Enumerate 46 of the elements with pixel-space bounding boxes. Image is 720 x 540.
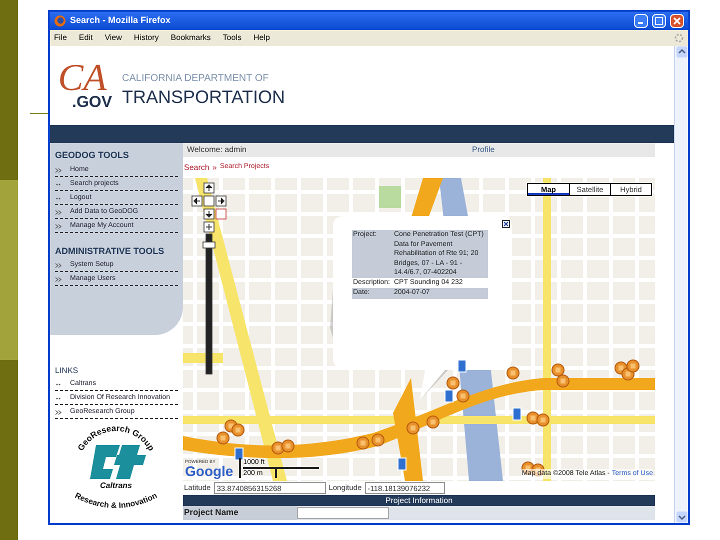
menu-item[interactable]: Tools <box>222 32 242 44</box>
scroll-down-icon <box>676 511 688 523</box>
browser-logo-icon <box>54 15 66 27</box>
agency-title: TRANSPORTATION <box>122 86 286 108</box>
close-button[interactable] <box>670 14 684 28</box>
menu-item[interactable]: View <box>104 32 122 44</box>
double-arrow-icon <box>55 224 62 228</box>
dots-icon <box>55 382 62 387</box>
scrollbar[interactable] <box>674 46 688 523</box>
logo-script-text: CA <box>58 60 107 94</box>
maximize-icon <box>655 17 663 25</box>
maximize-button[interactable] <box>652 14 666 28</box>
dots-icon <box>55 396 62 401</box>
logo-suffix: .GOV <box>72 94 112 110</box>
project-name-field[interactable] <box>297 507 389 519</box>
double-arrow-icon <box>55 168 62 172</box>
breadcrumb-separator: » <box>212 162 217 174</box>
double-arrow-icon <box>55 410 62 415</box>
section-heading: LINKS <box>55 365 80 377</box>
menu-item[interactable]: History <box>134 32 159 44</box>
table-header: Project Information <box>183 495 655 506</box>
table-row-label: Project Name <box>183 506 297 520</box>
minimize-button[interactable] <box>634 14 648 28</box>
double-arrow-icon <box>55 277 62 282</box>
emblem-middle-text: Caltrans <box>100 481 132 490</box>
profile-link[interactable]: Profile <box>472 144 495 156</box>
google-logo-text: Google <box>185 464 234 478</box>
section-heading: GEODOG TOOLS <box>55 149 130 162</box>
menu-item[interactable]: Help <box>253 32 270 44</box>
breadcrumb-current: Search <box>184 162 210 174</box>
menu-item[interactable]: Bookmarks <box>170 32 211 44</box>
double-arrow-icon <box>55 210 62 214</box>
dots-icon <box>55 182 62 186</box>
agency-subtitle: CALIFORNIA DEPARTMENT OF <box>122 73 270 86</box>
scroll-up-icon <box>676 46 688 58</box>
menu-item[interactable]: Edit <box>78 32 93 44</box>
window-title: Search - Mozilla Firefox <box>70 14 172 28</box>
close-icon <box>503 221 509 227</box>
close-icon <box>673 17 681 25</box>
menu-item[interactable]: File <box>54 32 67 44</box>
welcome-text: Welcome: admin <box>187 144 248 156</box>
throbber-icon <box>674 33 684 43</box>
double-arrow-icon <box>55 263 62 268</box>
dots-icon <box>55 196 62 200</box>
section-heading: ADMINISTRATIVE TOOLS <box>55 244 166 258</box>
popup-close-button[interactable] <box>502 220 510 228</box>
